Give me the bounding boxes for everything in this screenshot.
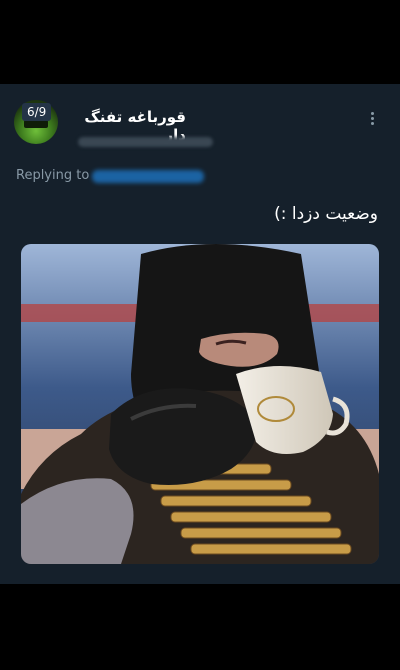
tweet-text: وضعیت دزدا :) — [274, 204, 378, 224]
masked-man-drinking-tea-icon — [21, 244, 379, 564]
reply-handle-redacted[interactable] — [92, 170, 204, 183]
replying-to-label: Replying to — [16, 168, 90, 183]
username-redacted — [78, 137, 213, 147]
avatar-mask-stripe — [24, 120, 48, 128]
tweet-media-image[interactable] — [21, 244, 379, 564]
image-counter-badge: 6/9 — [22, 103, 52, 121]
more-options-icon[interactable] — [365, 110, 379, 132]
tweet-card: 6/9 قورباغه تفنگ دار Replying to وضعیت د… — [0, 84, 400, 584]
